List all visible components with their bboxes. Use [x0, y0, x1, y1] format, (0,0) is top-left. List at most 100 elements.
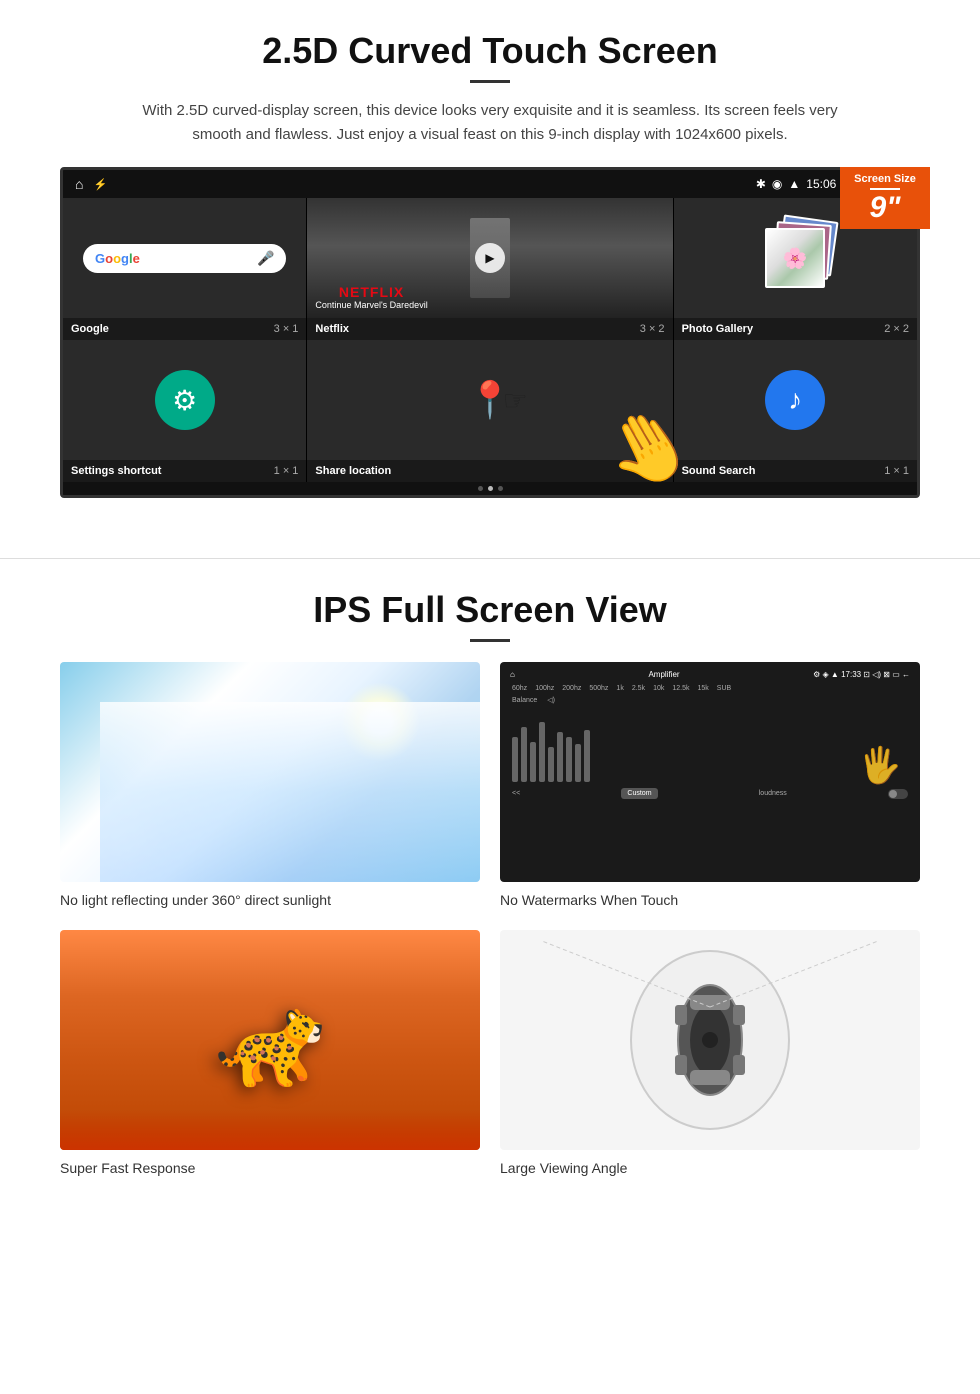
app-grid-row2: ⚙ 📍 ☞ 🤚 ♪	[63, 340, 917, 460]
gallery-app-name: Photo Gallery	[682, 323, 754, 335]
gallery-app-size: 2 × 2	[884, 323, 909, 335]
photo-stack: 🌸	[755, 218, 835, 298]
music-icon-circle: ♪	[765, 370, 825, 430]
sky-gradient	[100, 702, 480, 882]
gear-icon: ⚙	[172, 384, 197, 417]
play-button[interactable]: ▶	[475, 243, 505, 273]
nav-dot-2	[488, 486, 493, 491]
angle-lines-svg	[500, 930, 920, 1150]
share-app-name: Share location	[315, 465, 391, 477]
amp-freq-labels: 60hz100hz200hz500hz1k2.5k10k12.5k15kSUB	[508, 683, 912, 694]
title-divider	[470, 80, 510, 83]
music-note-icon: ♪	[788, 384, 802, 416]
sunlight-caption: No light reflecting under 360° direct su…	[60, 890, 480, 910]
section2-title: IPS Full Screen View	[60, 589, 920, 631]
google-app-name: Google	[71, 323, 109, 335]
cheetah-caption: Super Fast Response	[60, 1158, 480, 1178]
amp-home-icon: ⌂	[510, 670, 515, 679]
feature-cheetah: 🐆 Super Fast Response	[60, 930, 480, 1178]
nav-dots-bar	[63, 482, 917, 495]
settings-icon-circle: ⚙	[155, 370, 215, 430]
ground-gradient	[60, 1110, 480, 1150]
status-bar: ⌂ ⚡ ✱ ◉ ▲ 15:06 ⊡ ◁) ⊠ ▭	[63, 170, 917, 198]
wifi-icon: ▲	[788, 177, 800, 191]
eq-bar-9	[584, 730, 590, 782]
google-app-cell[interactable]: Google 🎤	[63, 198, 306, 318]
page-divider	[0, 558, 980, 559]
app-label-row1: Google 3 × 1 Netflix 3 × 2 Photo Gallery…	[63, 318, 917, 340]
sunlight-visual	[60, 662, 480, 882]
app-grid-row1: Google 🎤 ▶	[63, 198, 917, 318]
google-logo: Google	[95, 251, 140, 266]
nav-dot-3	[498, 486, 503, 491]
eq-bar-5	[548, 747, 554, 782]
settings-app-cell[interactable]: ⚙	[63, 340, 306, 460]
bluetooth-icon: ✱	[756, 177, 766, 191]
settings-app-name: Settings shortcut	[71, 465, 161, 477]
usb-icon: ⚡	[93, 178, 107, 191]
netflix-app-name: Netflix	[315, 323, 349, 335]
settings-label: Settings shortcut 1 × 1	[63, 460, 306, 482]
car-image	[500, 930, 920, 1150]
cheetah-image: 🐆	[60, 930, 480, 1150]
badge-label: Screen Size	[848, 173, 922, 185]
sound-label: Sound Search 1 × 1	[674, 460, 917, 482]
status-bar-left: ⌂ ⚡	[75, 176, 107, 192]
gallery-label: Photo Gallery 2 × 2	[674, 318, 917, 340]
netflix-app-cell[interactable]: ▶ NETFLIX Continue Marvel's Daredevil	[307, 198, 672, 318]
settings-app-size: 1 × 1	[274, 465, 299, 477]
eq-bar-8	[575, 744, 581, 782]
feature-car: Large Viewing Angle	[500, 930, 920, 1178]
finger-pointing-icon: ☞	[503, 384, 528, 417]
eq-bar-6	[557, 732, 563, 782]
location-icon: ◉	[772, 177, 782, 191]
eq-bars	[512, 710, 590, 782]
badge-size: 9"	[870, 191, 901, 224]
google-search-bar[interactable]: Google 🎤	[83, 244, 286, 273]
sunlight-image	[60, 662, 480, 882]
device-wrapper: Screen Size 9" ⌂ ⚡ ✱ ◉ ▲ 15:06 ⊡ ◁) ⊠	[60, 167, 920, 498]
google-label: Google 3 × 1	[63, 318, 306, 340]
amp-back: <<	[512, 790, 520, 797]
badge-divider	[870, 188, 900, 190]
netflix-label: Netflix 3 × 2	[307, 318, 672, 340]
app-label-row2: Settings shortcut 1 × 1 Share location 1…	[63, 460, 917, 482]
status-time: 15:06	[806, 177, 836, 191]
amplifier-image: ⌂ Amplifier ⚙ ◈ ▲ 17:33 ⊡ ◁) ⊠ ▭ ← 60hz1…	[500, 662, 920, 882]
eq-bar-1	[512, 737, 518, 782]
flower-icon: 🌸	[783, 246, 808, 271]
amp-footer: << Custom loudness	[508, 786, 912, 801]
netflix-subtitle: Continue Marvel's Daredevil	[315, 300, 427, 310]
netflix-logo: NETFLIX	[315, 284, 427, 300]
maps-icon-wrapper: 📍 ☞	[468, 379, 513, 421]
share-location-cell[interactable]: 📍 ☞ 🤚	[307, 340, 672, 460]
screen-size-badge: Screen Size 9"	[840, 167, 930, 229]
amp-icons: ⚙ ◈ ▲ 17:33 ⊡ ◁) ⊠ ▭ ←	[813, 670, 910, 679]
eq-bar-2	[521, 727, 527, 782]
sound-search-cell[interactable]: ♪	[674, 340, 917, 460]
custom-button[interactable]: Custom	[621, 788, 657, 799]
car-visual	[500, 930, 920, 1150]
feature-amplifier: ⌂ Amplifier ⚙ ◈ ▲ 17:33 ⊡ ◁) ⊠ ▭ ← 60hz1…	[500, 662, 920, 910]
android-screen: ⌂ ⚡ ✱ ◉ ▲ 15:06 ⊡ ◁) ⊠ ▭	[60, 167, 920, 498]
eq-bar-4	[539, 722, 545, 782]
amplifier-visual: ⌂ Amplifier ⚙ ◈ ▲ 17:33 ⊡ ◁) ⊠ ▭ ← 60hz1…	[500, 662, 920, 882]
netflix-content: ▶ NETFLIX Continue Marvel's Daredevil	[307, 198, 672, 318]
toggle-knob	[889, 790, 897, 798]
home-icon[interactable]: ⌂	[75, 176, 83, 192]
amp-header: ⌂ Amplifier ⚙ ◈ ▲ 17:33 ⊡ ◁) ⊠ ▭ ←	[508, 670, 912, 679]
car-caption: Large Viewing Angle	[500, 1158, 920, 1178]
amp-sliders: 🖐	[508, 706, 912, 786]
feature-grid: No light reflecting under 360° direct su…	[60, 662, 920, 1178]
loudness-toggle[interactable]	[888, 789, 908, 799]
section-ips: IPS Full Screen View No light reflecting…	[0, 569, 980, 1208]
mic-icon[interactable]: 🎤	[257, 250, 274, 267]
eq-bar-3	[530, 742, 536, 782]
eq-bar-7	[566, 737, 572, 782]
section1-title: 2.5D Curved Touch Screen	[60, 30, 920, 72]
amplifier-caption: No Watermarks When Touch	[500, 890, 920, 910]
section-curved-touch: 2.5D Curved Touch Screen With 2.5D curve…	[0, 0, 980, 518]
section1-description: With 2.5D curved-display screen, this de…	[140, 99, 840, 147]
section2-divider	[470, 639, 510, 642]
amp-title: Amplifier	[648, 670, 679, 679]
